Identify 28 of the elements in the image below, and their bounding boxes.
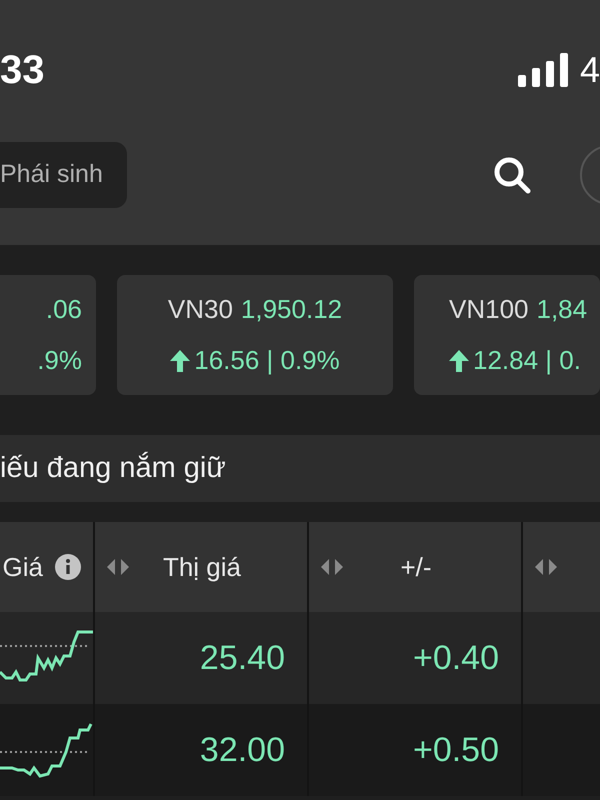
table-cell: +0.40 bbox=[309, 612, 521, 704]
index-change: .9% bbox=[37, 344, 82, 377]
index-value: 1,950.12 bbox=[240, 293, 342, 326]
column-label: Thị giá bbox=[162, 550, 242, 584]
sort-icon[interactable] bbox=[535, 559, 557, 575]
battery-percent: 4 bbox=[580, 48, 600, 92]
column-label: Giá bbox=[2, 550, 43, 584]
sort-icon[interactable] bbox=[107, 559, 129, 575]
table-cell: +0.50 bbox=[309, 704, 521, 796]
status-time: 33 bbox=[0, 47, 44, 94]
search-icon[interactable] bbox=[492, 155, 532, 195]
section-title: iếu đang nắm giữ bbox=[0, 450, 226, 486]
table-cell: 25.40 bbox=[95, 612, 307, 704]
signal-icon bbox=[518, 53, 568, 87]
index-change: 16.56 | 0.9% bbox=[194, 344, 340, 377]
index-name: VN30 bbox=[168, 293, 233, 326]
index-card[interactable]: VN100 1,84 12.84 | 0. bbox=[414, 275, 600, 395]
index-name: VN100 bbox=[449, 293, 528, 326]
index-value: 1,84 bbox=[536, 293, 588, 326]
column-label: +/- bbox=[399, 550, 433, 584]
tab[interactable]: Phái sinh bbox=[0, 142, 127, 208]
index-value: .06 bbox=[46, 293, 82, 326]
index-change: 12.84 | 0. bbox=[473, 344, 581, 377]
index-card[interactable]: .06 .9% bbox=[0, 275, 96, 395]
info-icon[interactable] bbox=[55, 554, 81, 580]
sort-icon[interactable] bbox=[321, 559, 343, 575]
index-card[interactable]: VN30 1,950.12 16.56 | 0.9% bbox=[117, 275, 393, 395]
table-cell: 32.00 bbox=[95, 704, 307, 796]
